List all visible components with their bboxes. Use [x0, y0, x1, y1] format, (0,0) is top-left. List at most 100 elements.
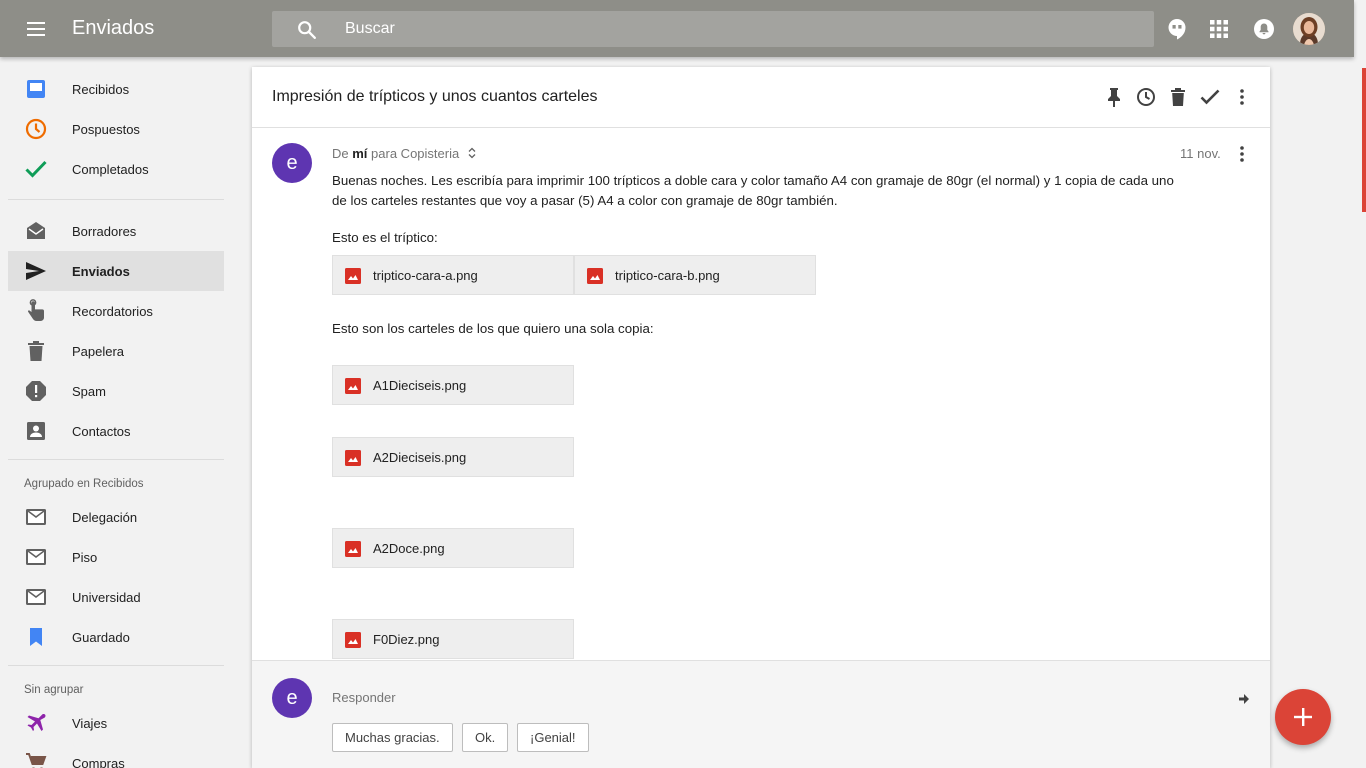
sidebar-item-spam[interactable]: Spam [8, 371, 224, 411]
sidebar-item-label: Recordatorios [72, 303, 153, 319]
sidebar-item-label: Completados [72, 161, 149, 177]
smart-reply-button[interactable]: Muchas gracias. [332, 723, 453, 752]
sidebar-item-guardado[interactable]: Guardado [8, 617, 224, 657]
search-input[interactable] [345, 11, 1125, 47]
scrollbar-thumb[interactable] [1362, 68, 1366, 212]
done-check-icon[interactable] [1198, 85, 1222, 109]
notifications-icon[interactable] [1252, 17, 1276, 41]
attachment-chip[interactable]: A2Dieciseis.png [332, 437, 574, 477]
attachment-chip[interactable]: triptico-cara-b.png [574, 255, 816, 295]
more-vert-icon[interactable] [1230, 142, 1254, 166]
recipients: para Copisteria [371, 146, 460, 161]
image-file-icon [345, 268, 361, 284]
sidebar-item-label: Guardado [72, 629, 130, 645]
image-file-icon [345, 450, 361, 466]
sidebar-item-label: Contactos [72, 423, 131, 439]
attachment-chip[interactable]: A1Dieciseis.png [332, 365, 574, 405]
pin-icon[interactable] [1102, 85, 1126, 109]
message-date: 11 nov. [1180, 146, 1221, 161]
check-icon [24, 157, 48, 181]
forward-arrow-icon[interactable] [1232, 687, 1256, 711]
sidebar-item-label: Spam [72, 383, 106, 399]
attachment-chip[interactable]: A2Doce.png [332, 528, 574, 568]
sidebar-divider [8, 665, 224, 666]
plus-icon [1294, 708, 1312, 726]
sidebar-item-label: Papelera [72, 343, 125, 359]
apps-grid-icon[interactable] [1207, 17, 1231, 41]
smart-reply-button[interactable]: Ok. [462, 723, 509, 752]
contacts-icon [24, 419, 48, 443]
bookmark-icon [24, 625, 48, 649]
sidebar-item-label: Delegación [72, 509, 138, 525]
finger-icon [24, 299, 48, 323]
attachment-chip[interactable]: triptico-cara-a.png [332, 255, 574, 295]
sidebar-item-label: Piso [72, 549, 98, 565]
bundle-icon [24, 545, 48, 569]
thread-header: Impresión de trípticos y unos cuantos ca… [252, 67, 1270, 128]
attachment-name: triptico-cara-b.png [615, 267, 720, 283]
reply-area[interactable]: e Responder Muchas gracias. Ok. ¡Genial! [252, 660, 1270, 768]
plane-icon [24, 711, 48, 735]
sidebar-item-viajes[interactable]: Viajes [8, 703, 224, 743]
sidebar-item-piso[interactable]: Piso [8, 537, 224, 577]
from-prefix: De [332, 146, 349, 161]
user-avatar[interactable] [1293, 13, 1325, 45]
hangouts-icon[interactable] [1165, 17, 1189, 41]
image-file-icon [345, 378, 361, 394]
sidebar-item-completados[interactable]: Completados [8, 149, 224, 189]
send-icon [24, 259, 48, 283]
sidebar-item-universidad[interactable]: Universidad [8, 577, 224, 617]
cart-icon [24, 751, 48, 768]
image-file-icon [587, 268, 603, 284]
compose-fab-button[interactable] [1275, 689, 1331, 745]
message-from-line[interactable]: De mí para Copisteria [332, 146, 477, 161]
sidebar-item-compras[interactable]: Compras [8, 743, 224, 768]
sidebar-item-label: Recibidos [72, 81, 130, 97]
bundle-icon [24, 585, 48, 609]
menu-icon[interactable] [24, 17, 48, 41]
attachment-name: A1Dieciseis.png [373, 377, 467, 393]
thread-subject: Impresión de trípticos y unos cuantos ca… [272, 88, 598, 105]
image-file-icon [345, 541, 361, 557]
sender-avatar[interactable]: e [272, 143, 312, 183]
search-bar[interactable] [272, 11, 1154, 47]
trash-icon[interactable] [1166, 85, 1190, 109]
spam-icon [24, 379, 48, 403]
sidebar-item-delegacion[interactable]: Delegación [8, 497, 224, 537]
thread-card: Impresión de trípticos y unos cuantos ca… [252, 67, 1270, 768]
smart-reply-button[interactable]: ¡Genial! [517, 723, 589, 752]
sidebar-item-papelera[interactable]: Papelera [8, 331, 224, 371]
clock-icon [24, 117, 48, 141]
drafts-icon [24, 219, 48, 243]
sidebar-item-recibidos[interactable]: Recibidos [8, 69, 224, 109]
reply-label[interactable]: Responder [332, 690, 396, 705]
attachment-name: triptico-cara-a.png [373, 267, 478, 283]
attachment-name: A2Dieciseis.png [373, 449, 467, 465]
section-heading-sin-agrupar: Sin agrupar [24, 684, 84, 696]
from-name: mí [352, 146, 368, 161]
scrollbar[interactable] [1354, 0, 1366, 768]
inbox-icon [24, 77, 48, 101]
sidebar-item-label: Enviados [72, 263, 130, 279]
sidebar-item-label: Pospuestos [72, 121, 140, 137]
message-body: Buenas noches. Les escribía para imprimi… [332, 173, 1174, 208]
trash-icon [24, 339, 48, 363]
sidebar-item-borradores[interactable]: Borradores [8, 211, 224, 251]
sidebar-item-label: Compras [72, 755, 125, 768]
bundle-icon [24, 505, 48, 529]
snooze-clock-icon[interactable] [1134, 85, 1158, 109]
sidebar-item-contactos[interactable]: Contactos [8, 411, 224, 451]
sidebar-item-pospuestos[interactable]: Pospuestos [8, 109, 224, 149]
attachment-chip[interactable]: F0Diez.png [332, 619, 574, 659]
attachment-name: F0Diez.png [373, 631, 440, 647]
sidebar-item-label: Borradores [72, 223, 137, 239]
image-file-icon [345, 632, 361, 648]
sidebar-item-label: Universidad [72, 589, 141, 605]
search-icon[interactable] [296, 19, 318, 41]
expand-details-icon[interactable] [467, 147, 477, 159]
sidebar-item-recordatorios[interactable]: Recordatorios [8, 291, 224, 331]
sidebar-item-enviados[interactable]: Enviados [8, 251, 224, 291]
triptico-intro: Esto es el tríptico: [332, 230, 438, 245]
more-vert-icon[interactable] [1230, 85, 1254, 109]
sidebar: Recibidos Pospuestos Completados Borrado… [0, 57, 232, 768]
